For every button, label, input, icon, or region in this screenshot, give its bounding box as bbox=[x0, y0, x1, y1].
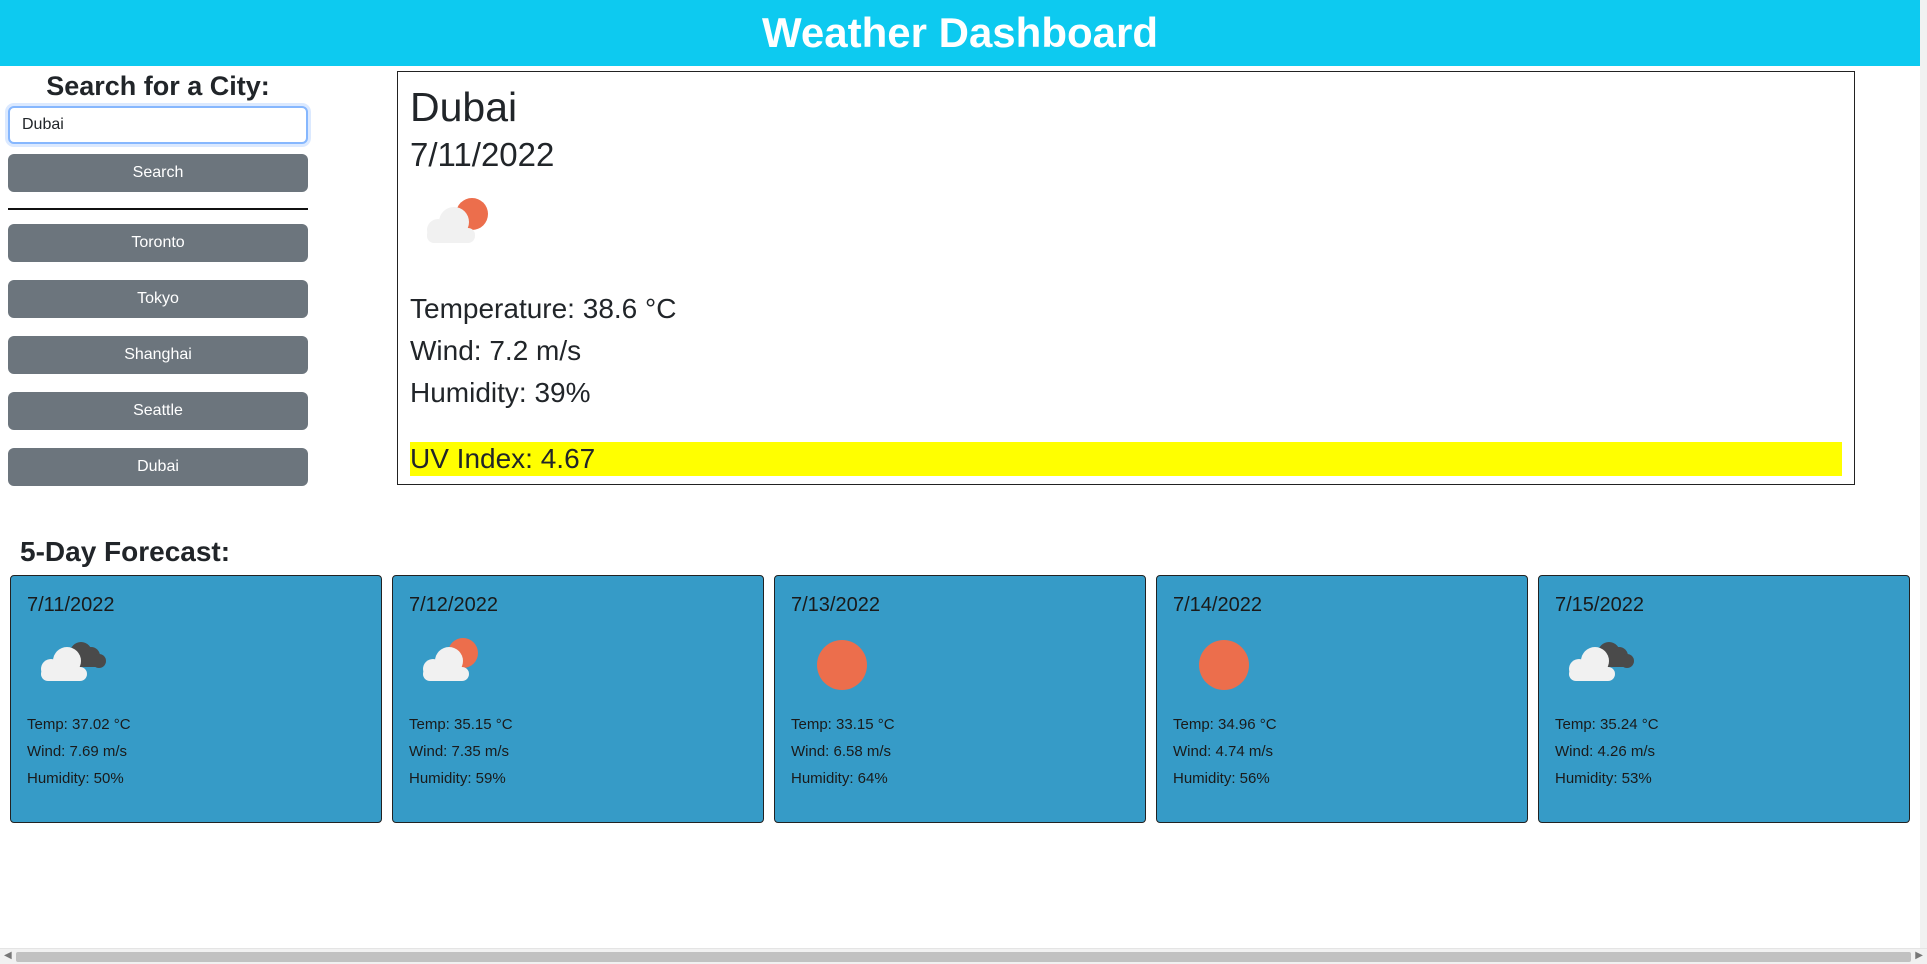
forecast-humidity: Humidity: 50% bbox=[27, 770, 124, 787]
forecast-row: 7/11/2022 Temp: 37.02 °C Wind: 7.69 m/s … bbox=[10, 575, 1910, 823]
forecast-humidity: Humidity: 59% bbox=[409, 770, 506, 787]
current-humidity: Humidity: 39% bbox=[410, 377, 591, 408]
scroll-right-icon[interactable]: ▶ bbox=[1915, 950, 1923, 961]
sun-icon bbox=[791, 625, 1129, 711]
sun-icon bbox=[1173, 625, 1511, 711]
sidebar-divider bbox=[8, 208, 308, 210]
partly-cloudy-sun-icon bbox=[409, 625, 747, 711]
current-date: 7/11/2022 bbox=[410, 136, 555, 173]
search-history: Toronto Tokyo Shanghai Seattle Dubai bbox=[8, 224, 308, 486]
history-button-tokyo[interactable]: Tokyo bbox=[8, 280, 308, 318]
forecast-date: 7/11/2022 bbox=[27, 594, 115, 616]
page-title: Weather Dashboard bbox=[762, 9, 1158, 56]
search-title: Search for a City: bbox=[46, 71, 270, 101]
history-button-seattle[interactable]: Seattle bbox=[8, 392, 308, 430]
forecast-card: 7/14/2022 Temp: 34.96 °C Wind: 4.74 m/s … bbox=[1156, 575, 1528, 823]
current-temperature: Temperature: 38.6 °C bbox=[410, 293, 677, 324]
dark-clouds-icon bbox=[27, 625, 365, 711]
forecast-card: 7/13/2022 Temp: 33.15 °C Wind: 6.58 m/s … bbox=[774, 575, 1146, 823]
uv-index-badge: UV Index: 4.67 bbox=[410, 442, 1842, 476]
forecast-date: 7/14/2022 bbox=[1173, 594, 1262, 616]
partly-cloudy-sun-icon bbox=[410, 178, 1842, 288]
forecast-date: 7/12/2022 bbox=[409, 594, 498, 616]
forecast-wind: Wind: 7.69 m/s bbox=[27, 743, 128, 760]
history-button-shanghai[interactable]: Shanghai bbox=[8, 336, 308, 374]
forecast-temp: Temp: 35.15 °C bbox=[409, 716, 513, 733]
forecast-temp: Temp: 33.15 °C bbox=[791, 716, 895, 733]
forecast-wind: Wind: 6.58 m/s bbox=[791, 743, 892, 760]
search-button[interactable]: Search bbox=[8, 154, 308, 192]
forecast-humidity: Humidity: 64% bbox=[791, 770, 888, 787]
forecast-date: 7/15/2022 bbox=[1555, 594, 1644, 616]
forecast-title: 5-Day Forecast: bbox=[20, 536, 231, 567]
forecast-humidity: Humidity: 53% bbox=[1555, 770, 1652, 787]
dark-clouds-icon bbox=[1555, 625, 1893, 711]
forecast-temp: Temp: 34.96 °C bbox=[1173, 716, 1277, 733]
forecast-humidity: Humidity: 56% bbox=[1173, 770, 1270, 787]
forecast-temp: Temp: 35.24 °C bbox=[1555, 716, 1659, 733]
forecast-wind: Wind: 4.26 m/s bbox=[1555, 743, 1656, 760]
forecast-card: 7/11/2022 Temp: 37.02 °C Wind: 7.69 m/s … bbox=[10, 575, 382, 823]
forecast-card: 7/12/2022 Temp: 35.15 °C Wind: 7.35 m/s … bbox=[392, 575, 764, 823]
current-weather-panel: Dubai 7/11/2022 Temperature: 38.6 °C Win… bbox=[397, 71, 1855, 485]
current-city: Dubai bbox=[410, 84, 518, 130]
history-button-dubai[interactable]: Dubai bbox=[8, 448, 308, 486]
forecast-date: 7/13/2022 bbox=[791, 594, 880, 616]
scrollbar-thumb[interactable] bbox=[16, 952, 1911, 962]
city-search-input[interactable] bbox=[8, 106, 308, 144]
sidebar: Search for a City: Search Toronto Tokyo … bbox=[8, 66, 308, 486]
forecast-wind: Wind: 7.35 m/s bbox=[409, 743, 510, 760]
vertical-scrollbar[interactable] bbox=[1920, 0, 1927, 948]
forecast-temp: Temp: 37.02 °C bbox=[27, 716, 131, 733]
horizontal-scrollbar[interactable]: ◀ ▶ bbox=[0, 948, 1927, 964]
forecast-wind: Wind: 4.74 m/s bbox=[1173, 743, 1274, 760]
forecast-card: 7/15/2022 Temp: 35.24 °C Wind: 4.26 m/s … bbox=[1538, 575, 1910, 823]
current-wind: Wind: 7.2 m/s bbox=[410, 335, 582, 366]
app-header: Weather Dashboard bbox=[0, 0, 1920, 66]
scroll-left-icon[interactable]: ◀ bbox=[4, 950, 12, 961]
history-button-toronto[interactable]: Toronto bbox=[8, 224, 308, 262]
